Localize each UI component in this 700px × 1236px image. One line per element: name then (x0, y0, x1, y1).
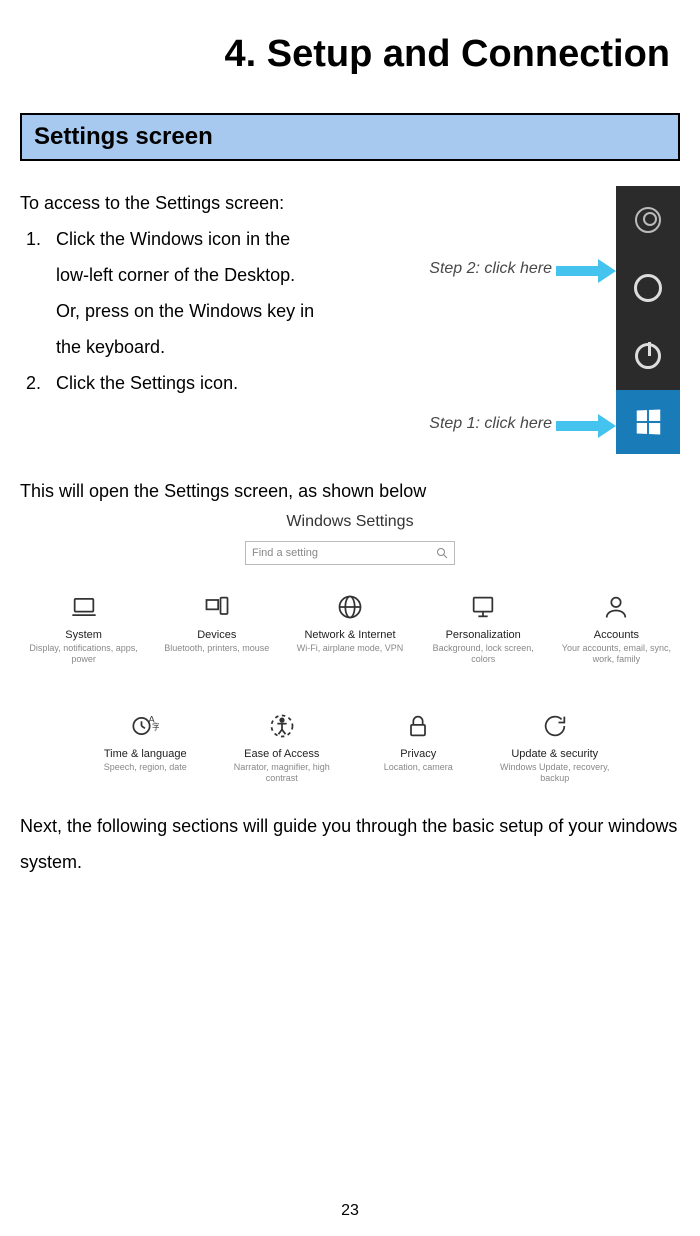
tile-title: Devices (197, 629, 236, 641)
tile-desc: Background, lock screen, colors (422, 643, 545, 666)
account-icon-cell (616, 186, 680, 254)
tile-title: Update & security (511, 748, 598, 760)
tile-privacy: Privacy Location, camera (353, 710, 484, 785)
settings-tiles-row1: System Display, notifications, apps, pow… (20, 591, 680, 688)
tile-desc: Display, notifications, apps, power (22, 643, 145, 666)
tile-desc: Wi-Fi, airplane mode, VPN (297, 643, 404, 654)
svg-text:字: 字 (152, 721, 159, 731)
settings-tiles-row2: A字 Time & language Speech, region, date … (20, 710, 680, 785)
tile-time-language: A字 Time & language Speech, region, date (80, 710, 211, 785)
person-outline-icon (600, 591, 632, 623)
gear-icon (634, 274, 662, 302)
document-page: 4. Setup and Connection Settings screen … (0, 0, 700, 1236)
tile-desc: Speech, region, date (104, 762, 187, 773)
globe-icon (334, 591, 366, 623)
tile-title: Personalization (446, 629, 521, 641)
arrow-icon (556, 414, 616, 434)
tile-desc: Your accounts, email, sync, work, family (555, 643, 678, 666)
windows-start-cell (616, 390, 680, 454)
person-icon (635, 207, 661, 233)
tile-desc: Bluetooth, printers, mouse (164, 643, 269, 654)
callout-column: Step 2: click here Step 1: click here (429, 185, 616, 455)
search-placeholder: Find a setting (252, 547, 318, 559)
windows-logo-icon (637, 409, 661, 434)
page-number: 23 (0, 1202, 700, 1220)
arrow-icon (556, 259, 616, 279)
tile-title: Privacy (400, 748, 436, 760)
step-item: Click the Windows icon in the low-left c… (46, 221, 320, 365)
tile-devices: Devices Bluetooth, printers, mouse (153, 591, 280, 666)
tile-network: Network & Internet Wi-Fi, airplane mode,… (286, 591, 413, 666)
lock-icon (402, 710, 434, 742)
time-language-icon: A字 (129, 710, 161, 742)
instructions-text: To access to the Settings screen: Click … (20, 185, 320, 455)
paint-icon (467, 591, 499, 623)
chapter-title: 4. Setup and Connection (20, 20, 680, 113)
after-steps-text: This will open the Settings screen, as s… (20, 473, 680, 509)
step-item: Click the Settings icon. (46, 365, 320, 401)
callout-step2: Step 2: click here (429, 259, 616, 279)
tile-title: Ease of Access (244, 748, 319, 760)
search-icon (436, 547, 448, 559)
section-heading: Settings screen (34, 123, 666, 151)
tile-desc: Narrator, magnifier, high contrast (219, 762, 346, 785)
tile-personalization: Personalization Background, lock screen,… (420, 591, 547, 666)
callout-step1: Step 1: click here (429, 414, 616, 434)
ease-of-access-icon (266, 710, 298, 742)
tile-desc: Location, camera (384, 762, 453, 773)
section-heading-bar: Settings screen (20, 113, 680, 161)
callout-step2-label: Step 2: click here (429, 260, 552, 278)
search-input: Find a setting (245, 541, 455, 565)
instructions-row: To access to the Settings screen: Click … (20, 185, 680, 455)
settings-icon-cell (616, 254, 680, 322)
power-icon-cell (616, 322, 680, 390)
laptop-icon (68, 591, 100, 623)
tile-ease-of-access: Ease of Access Narrator, magnifier, high… (217, 710, 348, 785)
start-menu-figure: Step 2: click here Step 1: click here (330, 185, 680, 455)
callout-step1-label: Step 1: click here (429, 415, 552, 433)
update-icon (539, 710, 571, 742)
tile-title: Time & language (104, 748, 187, 760)
start-sidebar-strip (616, 186, 680, 454)
tile-accounts: Accounts Your accounts, email, sync, wor… (553, 591, 680, 666)
tile-title: Accounts (594, 629, 639, 641)
devices-icon (201, 591, 233, 623)
tile-title: System (65, 629, 102, 641)
tile-desc: Windows Update, recovery, backup (492, 762, 619, 785)
power-icon (635, 343, 661, 369)
tile-update-security: Update & security Windows Update, recove… (490, 710, 621, 785)
tile-title: Network & Internet (304, 629, 395, 641)
intro-text: To access to the Settings screen: (20, 185, 320, 221)
step-list: Click the Windows icon in the low-left c… (20, 221, 320, 401)
windows-settings-title: Windows Settings (20, 513, 680, 531)
tile-system: System Display, notifications, apps, pow… (20, 591, 147, 666)
windows-settings-figure: Windows Settings Find a setting System D… (20, 513, 680, 784)
closing-text: Next, the following sections will guide … (20, 808, 680, 880)
